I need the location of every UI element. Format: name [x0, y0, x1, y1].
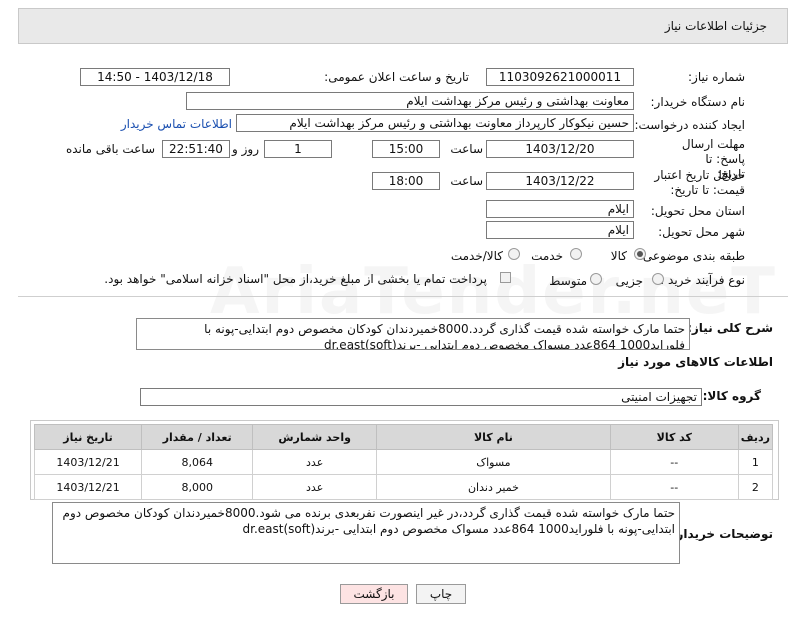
cell-name: مسواک [376, 449, 611, 475]
th-unit: واحد شمارش [252, 424, 377, 450]
purchase-option-medium: متوسط [549, 274, 587, 288]
need-number-label: شماره نیاز: [688, 70, 745, 84]
summary-label: شرح کلی نیاز: [687, 321, 773, 335]
category-radio-service[interactable] [570, 248, 582, 260]
validity-time-field[interactable]: 18:00 [372, 172, 440, 190]
creator-label: ایجاد کننده درخواست: [634, 118, 745, 132]
goods-group-label: گروه کالا: [702, 389, 761, 403]
goods-group-field[interactable]: تجهیزات امنیتی [140, 388, 702, 406]
category-option-goods: کالا [610, 249, 627, 263]
buyer-org-label: نام دستگاه خریدار: [650, 95, 746, 109]
purchase-radio-minor[interactable] [652, 273, 664, 285]
th-date: تاریخ نیاز [33, 424, 143, 450]
need-number-field[interactable]: 1103092621000011 [486, 68, 634, 86]
price-validity-label: حداقل تاریخ اعتبار قیمت: تا تاریخ: [654, 168, 745, 197]
city-field[interactable]: ایلام [486, 221, 634, 239]
remaining-time-field[interactable]: 22:51:40 [162, 140, 230, 158]
creator-field[interactable]: حسین نیکوکار کارپرداز معاونت بهداشتی و ر… [236, 114, 634, 132]
province-field[interactable]: ایلام [486, 200, 634, 218]
cell-code: -- [609, 474, 739, 500]
category-radio-goods[interactable] [634, 248, 646, 260]
print-button[interactable]: چاپ [416, 584, 466, 604]
buyer-notes-textarea[interactable]: حتما مارک خواسته شده قیمت گذاری گردد،در … [52, 502, 680, 564]
cell-name: خمیر دندان [376, 474, 611, 500]
reply-date-field[interactable]: 1403/12/20 [486, 140, 634, 158]
buyer-org-field[interactable]: معاونت بهداشتی و رئیس مرکز بهداشت ایلام [186, 92, 634, 110]
th-row: ردیف [737, 424, 774, 450]
cell-qty: 8,000 [141, 474, 254, 500]
purchase-option-minor: جزیی [615, 274, 643, 288]
table-row: 2 -- خمیر دندان عدد 8,000 1403/12/21 [33, 474, 774, 500]
table-row: 1 -- مسواک عدد 8,064 1403/12/21 [33, 449, 774, 475]
buyer-contact-link[interactable]: اطلاعات تماس خریدار [121, 117, 232, 131]
cell-code: -- [609, 449, 739, 475]
purchase-radio-medium[interactable] [590, 273, 602, 285]
validity-time-label: ساعت [450, 174, 483, 188]
category-option-service: خدمت [531, 249, 563, 263]
category-label: طبقه بندی موضوعی: [638, 249, 745, 263]
remaining-label: ساعت باقی مانده [65, 142, 155, 156]
th-name: نام کالا [376, 424, 611, 450]
cell-date: 1403/12/21 [33, 449, 143, 475]
province-label: استان محل تحویل: [650, 204, 745, 218]
buyer-notes-label: توضیحات خریدار: [671, 527, 773, 541]
cell-unit: عدد [252, 449, 377, 475]
announce-label: تاریخ و ساعت اعلان عمومی: [324, 70, 469, 84]
goods-info-title: اطلاعات کالاهای مورد نیاز [618, 355, 773, 369]
reply-days-field[interactable]: 1 [264, 140, 332, 158]
treasury-checkbox[interactable] [500, 272, 511, 283]
panel-title: جزئیات اطلاعات نیاز [664, 19, 767, 33]
panel-header: جزئیات اطلاعات نیاز [18, 8, 788, 44]
reply-time-field[interactable]: 15:00 [372, 140, 440, 158]
announce-field[interactable]: 1403/12/18 - 14:50 [80, 68, 230, 86]
validity-date-field[interactable]: 1403/12/22 [486, 172, 634, 190]
th-code: کد کالا [609, 424, 739, 450]
category-option-both: کالا/خدمت [450, 249, 503, 263]
purchase-type-label: نوع فرآیند خرید : [660, 273, 745, 287]
cell-row: 1 [737, 449, 774, 475]
payment-note: پرداخت تمام یا بخشی از مبلغ خرید،از محل … [104, 272, 487, 286]
cell-qty: 8,064 [141, 449, 254, 475]
back-button[interactable]: بازگشت [340, 584, 408, 604]
cell-unit: عدد [252, 474, 377, 500]
summary-textarea[interactable]: حتما مارک خواسته شده قیمت گذاری گردد.800… [136, 318, 690, 350]
items-table: ردیف کد کالا نام کالا واحد شمارش تعداد /… [33, 424, 774, 500]
city-label: شهر محل تحویل: [658, 225, 745, 239]
category-radio-both[interactable] [508, 248, 520, 260]
cell-date: 1403/12/21 [33, 474, 143, 500]
cell-row: 2 [737, 474, 774, 500]
th-qty: تعداد / مقدار [141, 424, 254, 450]
section-divider [18, 296, 788, 297]
reply-days-label: روز و [232, 142, 259, 156]
reply-time-label: ساعت [450, 142, 483, 156]
